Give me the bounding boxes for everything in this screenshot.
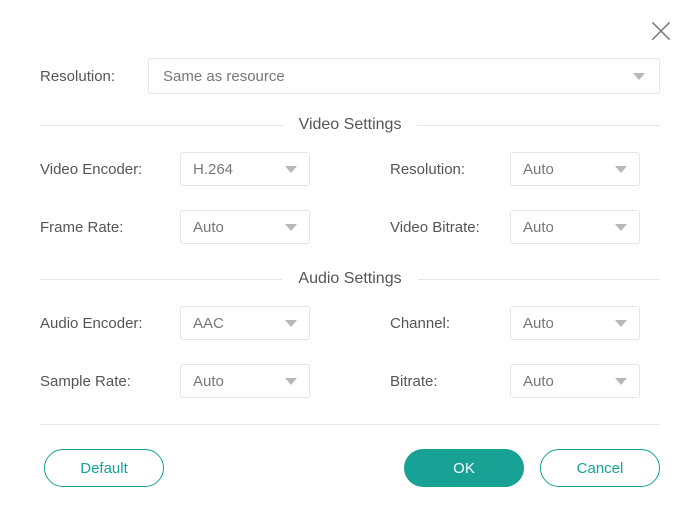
settings-dialog: Resolution: Same as resource Video Setti…	[0, 0, 700, 487]
chevron-down-icon	[285, 166, 297, 173]
footer-divider	[40, 424, 660, 425]
audio-bitrate-label: Bitrate:	[390, 373, 510, 390]
channel-value: Auto	[523, 315, 554, 332]
chevron-down-icon	[615, 378, 627, 385]
channel-label: Channel:	[390, 315, 510, 332]
video-settings-grid: Video Encoder: H.264 Resolution: Auto Fr…	[40, 152, 660, 244]
chevron-down-icon	[285, 224, 297, 231]
chevron-down-icon	[615, 224, 627, 231]
sample-rate-value: Auto	[193, 373, 224, 390]
sample-rate-label: Sample Rate:	[40, 373, 180, 390]
audio-settings-divider: Audio Settings	[40, 270, 660, 288]
audio-bitrate-value: Auto	[523, 373, 554, 390]
chevron-down-icon	[285, 378, 297, 385]
video-encoder-value: H.264	[193, 161, 233, 178]
audio-bitrate-dropdown[interactable]: Auto	[510, 364, 640, 398]
video-settings-title: Video Settings	[283, 116, 418, 134]
video-encoder-label: Video Encoder:	[40, 161, 180, 178]
audio-encoder-value: AAC	[193, 315, 224, 332]
frame-rate-value: Auto	[193, 219, 224, 236]
video-bitrate-label: Video Bitrate:	[390, 219, 510, 236]
top-resolution-row: Resolution: Same as resource	[40, 58, 660, 94]
top-resolution-value: Same as resource	[163, 68, 285, 85]
audio-encoder-label: Audio Encoder:	[40, 315, 180, 332]
video-settings-divider: Video Settings	[40, 116, 660, 134]
top-resolution-label: Resolution:	[40, 68, 148, 85]
chevron-down-icon	[615, 320, 627, 327]
ok-button[interactable]: OK	[404, 449, 524, 487]
audio-settings-title: Audio Settings	[282, 270, 417, 288]
sample-rate-dropdown[interactable]: Auto	[180, 364, 310, 398]
chevron-down-icon	[615, 166, 627, 173]
audio-settings-grid: Audio Encoder: AAC Channel: Auto Sample …	[40, 306, 660, 398]
video-resolution-label: Resolution:	[390, 161, 510, 178]
video-resolution-value: Auto	[523, 161, 554, 178]
audio-encoder-dropdown[interactable]: AAC	[180, 306, 310, 340]
close-icon	[648, 18, 674, 44]
channel-dropdown[interactable]: Auto	[510, 306, 640, 340]
video-encoder-dropdown[interactable]: H.264	[180, 152, 310, 186]
footer: Default OK Cancel	[40, 449, 660, 487]
top-resolution-dropdown[interactable]: Same as resource	[148, 58, 660, 94]
video-bitrate-value: Auto	[523, 219, 554, 236]
video-bitrate-dropdown[interactable]: Auto	[510, 210, 640, 244]
frame-rate-label: Frame Rate:	[40, 219, 180, 236]
cancel-button[interactable]: Cancel	[540, 449, 660, 487]
frame-rate-dropdown[interactable]: Auto	[180, 210, 310, 244]
chevron-down-icon	[633, 73, 645, 80]
close-button[interactable]	[648, 18, 674, 44]
default-button[interactable]: Default	[44, 449, 164, 487]
video-resolution-dropdown[interactable]: Auto	[510, 152, 640, 186]
chevron-down-icon	[285, 320, 297, 327]
